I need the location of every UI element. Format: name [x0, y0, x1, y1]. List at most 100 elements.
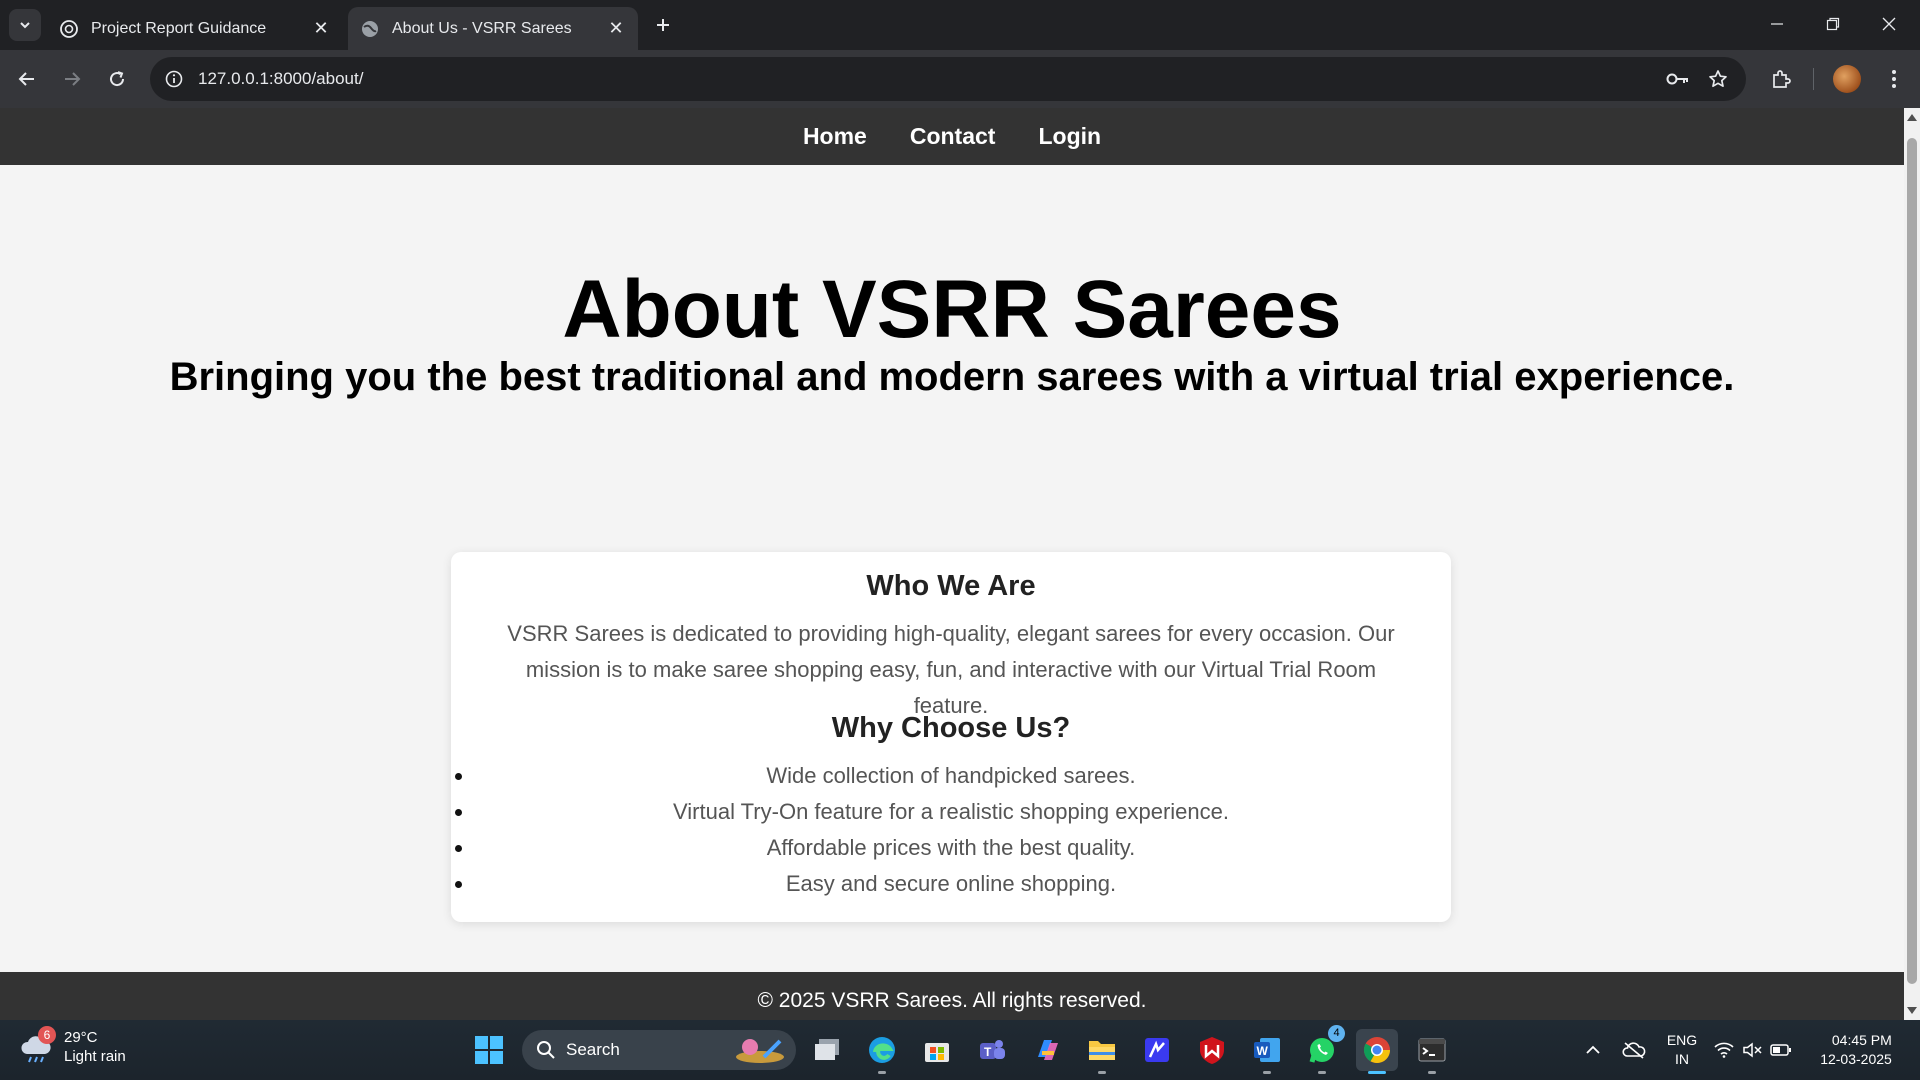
close-icon[interactable]: ✕	[311, 18, 331, 39]
bookmark-star-icon[interactable]	[1700, 61, 1736, 97]
scrollbar-thumb[interactable]	[1907, 138, 1917, 984]
word-app[interactable]: W	[1246, 1029, 1288, 1074]
about-card: Who We Are VSRR Sarees is dedicated to p…	[451, 552, 1451, 922]
site-info-icon[interactable]	[154, 59, 194, 99]
running-indicator	[1098, 1071, 1106, 1074]
nav-link-contact[interactable]: Contact	[910, 123, 996, 150]
profile-avatar[interactable]	[1829, 61, 1865, 97]
scroll-down-icon[interactable]	[1907, 1007, 1917, 1014]
tab-title: About Us - VSRR Sarees	[392, 19, 572, 37]
chevron-down-icon	[20, 22, 30, 29]
page-viewport: Home Contact Login About VSRR Sarees Bri…	[0, 108, 1904, 1020]
arrow-right-icon	[65, 72, 81, 86]
weather-rain-icon: 6	[18, 1026, 56, 1066]
svg-text:W: W	[1257, 1044, 1269, 1058]
openai-icon	[60, 19, 78, 38]
search-highlight-icon	[736, 1039, 784, 1063]
globe-icon	[362, 20, 378, 37]
page-subtitle: Bringing you the best traditional and mo…	[169, 355, 1735, 399]
menu-button[interactable]	[1876, 61, 1912, 97]
copilot-icon	[1038, 1040, 1058, 1060]
scroll-up-icon[interactable]	[1907, 114, 1917, 121]
back-button[interactable]	[9, 61, 45, 97]
show-hidden-icons[interactable]	[1578, 1020, 1608, 1080]
pen-app-icon	[1145, 1038, 1169, 1062]
language-indicator[interactable]: ENG IN	[1660, 1020, 1704, 1080]
language-code: ENG	[1666, 1032, 1698, 1048]
why-choose-us-list: Wide collection of handpicked sarees. Vi…	[451, 758, 1451, 902]
weather-alert-badge: 6	[38, 1026, 56, 1044]
speaker-muted-icon	[1743, 1042, 1762, 1058]
edge-app[interactable]	[861, 1029, 903, 1074]
mathpix-app[interactable]	[1136, 1029, 1178, 1071]
toolbar-divider	[1813, 68, 1814, 90]
tab-about-us[interactable]: About Us - VSRR Sarees ✕	[348, 7, 638, 50]
close-icon[interactable]: ✕	[606, 18, 626, 39]
reload-button[interactable]	[99, 61, 135, 97]
new-tab-button[interactable]	[648, 10, 678, 40]
restore-button[interactable]	[1810, 4, 1856, 44]
store-icon	[925, 1043, 949, 1062]
svg-text:T: T	[984, 1045, 992, 1059]
clock-time: 04:45 PM	[1831, 1032, 1892, 1048]
bullet-icon	[455, 881, 462, 888]
wifi-icon	[1714, 1042, 1734, 1058]
task-view-icon	[815, 1039, 839, 1060]
running-indicator	[1428, 1071, 1436, 1074]
close-icon	[1882, 17, 1896, 31]
password-key-icon[interactable]	[1660, 61, 1696, 97]
quick-settings[interactable]	[1712, 1020, 1794, 1080]
tab-search-button[interactable]	[9, 9, 41, 41]
weather-temp: 29°C	[64, 1029, 98, 1046]
nav-link-login[interactable]: Login	[1038, 123, 1101, 150]
tab-project-report[interactable]: Project Report Guidance ✕	[47, 7, 343, 50]
list-item: Wide collection of handpicked sarees.	[451, 758, 1451, 794]
forward-button[interactable]	[54, 61, 90, 97]
mcafee-app[interactable]	[1191, 1029, 1233, 1071]
minimize-button[interactable]	[1754, 4, 1800, 44]
copilot-app[interactable]	[1026, 1029, 1068, 1071]
arrow-left-icon	[18, 72, 34, 86]
chevron-up-icon	[1586, 1045, 1600, 1054]
folder-icon	[1089, 1041, 1115, 1060]
running-indicator	[1263, 1071, 1271, 1074]
weather-widget[interactable]: 6 29°C Light rain	[18, 1026, 126, 1066]
onedrive-tray[interactable]	[1617, 1020, 1651, 1080]
list-item: Easy and secure online shopping.	[451, 866, 1451, 902]
chrome-app[interactable]	[1356, 1029, 1398, 1074]
bullet-icon	[455, 845, 462, 852]
close-window-button[interactable]	[1866, 4, 1912, 44]
search-label: Search	[566, 1040, 620, 1059]
task-view-button[interactable]	[806, 1029, 848, 1071]
list-item-text: Wide collection of handpicked sarees.	[766, 763, 1136, 788]
start-button[interactable]	[468, 1029, 510, 1071]
teams-app[interactable]: T	[971, 1029, 1013, 1071]
restore-icon	[1826, 17, 1840, 31]
list-item: Affordable prices with the best quality.	[451, 830, 1451, 866]
terminal-app[interactable]	[1411, 1029, 1453, 1074]
bullet-icon	[455, 809, 462, 816]
clock[interactable]: 04:45 PM 12-03-2025	[1806, 1020, 1906, 1080]
more-vert-icon	[1892, 70, 1896, 88]
why-choose-us-heading: Why Choose Us?	[831, 712, 1071, 744]
extensions-icon[interactable]	[1763, 61, 1799, 97]
whatsapp-app[interactable]: 4	[1301, 1025, 1345, 1074]
store-app[interactable]	[916, 1029, 958, 1071]
minimize-icon	[1771, 23, 1783, 25]
terminal-icon	[1418, 1038, 1446, 1062]
search-icon	[537, 1041, 555, 1059]
address-bar[interactable]: 127.0.0.1:8000/about/	[150, 57, 1746, 101]
region-code: IN	[1675, 1051, 1689, 1067]
page-scrollbar[interactable]	[1904, 108, 1920, 1020]
running-indicator	[1318, 1071, 1326, 1074]
file-explorer-app[interactable]	[1081, 1029, 1123, 1074]
url-text[interactable]: 127.0.0.1:8000/about/	[198, 69, 1660, 89]
nav-link-home[interactable]: Home	[803, 123, 867, 150]
taskbar-search[interactable]: Search	[522, 1030, 796, 1070]
list-item: Virtual Try-On feature for a realistic s…	[451, 794, 1451, 830]
windows-taskbar: 6 29°C Light rain Search T W 4 ENG IN 04…	[0, 1020, 1920, 1080]
windows-logo-icon	[475, 1036, 503, 1064]
chrome-icon	[1363, 1037, 1391, 1064]
bullet-icon	[455, 773, 462, 780]
clock-date: 12-03-2025	[1820, 1051, 1892, 1067]
